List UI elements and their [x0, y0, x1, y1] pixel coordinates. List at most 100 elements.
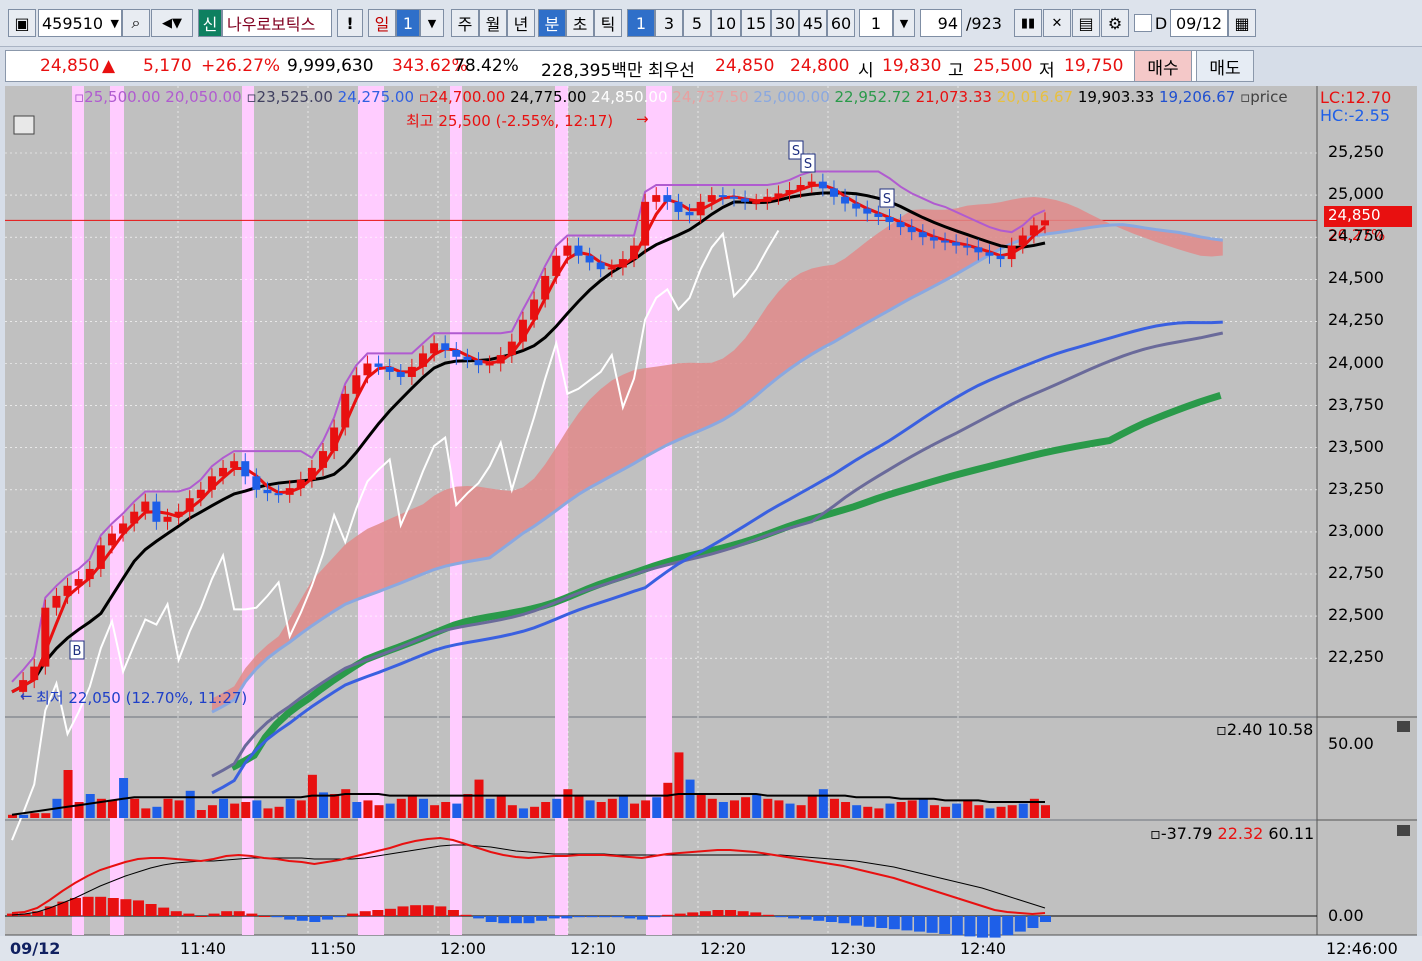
- volume-bar: [918, 798, 928, 818]
- macd-histogram-bar: [1002, 916, 1014, 936]
- volume-bar: [330, 794, 340, 818]
- y-tick-label: 24,750: [1328, 226, 1384, 246]
- candle-body: [729, 196, 738, 199]
- volume-bar: [385, 803, 395, 818]
- signal-marker-label: B: [73, 644, 82, 659]
- volume-bar: [663, 782, 673, 818]
- candle-body: [541, 275, 550, 300]
- macd-histogram-bar: [699, 911, 711, 916]
- candle-body: [130, 511, 139, 524]
- candle-body: [452, 350, 461, 357]
- volume-bar: [30, 813, 40, 818]
- volume-bar: [196, 810, 206, 818]
- candle-body: [96, 545, 105, 569]
- candle-body: [785, 190, 794, 194]
- candle-body: [174, 511, 183, 517]
- arrow-right-icon: →: [636, 110, 649, 128]
- macd-histogram-bar: [636, 916, 648, 920]
- macd-histogram-bar: [284, 916, 296, 920]
- macd-histogram-bar: [989, 916, 1001, 938]
- candle-body: [585, 255, 594, 263]
- macd-histogram-bar: [347, 913, 359, 916]
- candle-body: [141, 501, 150, 512]
- macd-histogram-bar: [485, 916, 497, 922]
- volume-bar: [707, 798, 717, 818]
- candle-body: [319, 451, 328, 468]
- candle-body: [474, 360, 483, 366]
- candle-body: [952, 242, 961, 246]
- stock-chart[interactable]: BSSS: [0, 0, 1422, 961]
- macd-histogram-bar: [246, 913, 258, 916]
- candle-body: [230, 461, 239, 468]
- candle-body: [985, 252, 994, 256]
- candle-body: [841, 196, 850, 204]
- current-price-tag: 24,850: [1324, 206, 1412, 227]
- volume-bar: [174, 800, 184, 818]
- volume-bar: [230, 803, 240, 818]
- signal-marker-label: S: [804, 157, 812, 172]
- candle-body: [1029, 225, 1038, 236]
- volume-bar: [785, 803, 795, 818]
- candle-body: [963, 245, 972, 248]
- volume-bar: [530, 806, 540, 818]
- macd-histogram-bar: [649, 916, 661, 918]
- macd-histogram-bar: [57, 901, 69, 916]
- candle-body: [552, 255, 561, 276]
- macd-histogram-bar: [876, 916, 888, 928]
- candle-body: [219, 467, 228, 477]
- candle-body: [974, 247, 983, 253]
- macd-histogram-bar: [208, 913, 220, 916]
- candle-body: [929, 237, 938, 241]
- volume-legend: ▫2.40 10.58: [1216, 720, 1313, 739]
- macd-histogram-bar: [599, 916, 611, 918]
- y-tick-label: 22,750: [1328, 563, 1384, 582]
- macd-histogram-bar: [510, 916, 522, 924]
- candle-body: [818, 181, 827, 189]
- volume-bar: [763, 798, 773, 818]
- volume-bar: [296, 800, 306, 818]
- candle-body: [885, 216, 894, 223]
- macd-histogram-bar: [334, 916, 346, 918]
- volume-bar: [263, 808, 273, 818]
- x-tick-label: 12:10: [570, 939, 617, 958]
- macd-histogram-bar: [725, 910, 737, 916]
- macd-histogram-bar: [548, 916, 560, 919]
- macd-histogram-bar: [397, 906, 409, 916]
- close-icon[interactable]: [1397, 721, 1410, 732]
- macd-legend-item: ▫-37.79: [1150, 824, 1213, 843]
- macd-ytick: 0.00: [1328, 906, 1364, 925]
- signal-marker-label: S: [792, 144, 800, 159]
- candle-body: [296, 479, 305, 489]
- macd-histogram-bar: [321, 916, 333, 920]
- candle-body: [752, 201, 761, 204]
- candle-body: [463, 356, 472, 361]
- volume-bar: [696, 794, 706, 818]
- macd-histogram-bar: [687, 912, 699, 916]
- macd-histogram-bar: [674, 913, 686, 916]
- volume-bar: [63, 770, 73, 818]
- volume-bar: [618, 795, 628, 818]
- macd-histogram-bar: [939, 916, 951, 934]
- candle-body: [863, 208, 872, 214]
- table-icon[interactable]: [13, 115, 35, 135]
- candle-body: [596, 262, 605, 270]
- candle-body: [374, 363, 383, 367]
- close-icon[interactable]: [1397, 825, 1410, 836]
- candle-body: [52, 595, 61, 608]
- y-tick-label: 24,000: [1328, 352, 1384, 372]
- candle-body: [807, 181, 816, 185]
- macd-histogram-bar: [926, 916, 938, 933]
- candle-body: [430, 343, 439, 354]
- volume-bar: [1007, 805, 1017, 818]
- volume-bar: [19, 814, 29, 818]
- volume-bar: [885, 803, 895, 818]
- volume-bar: [829, 798, 839, 818]
- macd-histogram-bar: [1014, 916, 1026, 932]
- candle-body: [1041, 220, 1049, 226]
- candle-body: [241, 461, 250, 477]
- y-tick-label: 23,250: [1328, 478, 1384, 498]
- macd-histogram-bar: [775, 916, 787, 918]
- hc-label: HC:-2.55: [1320, 106, 1390, 125]
- candle-body: [641, 201, 650, 246]
- candle-body: [630, 245, 639, 260]
